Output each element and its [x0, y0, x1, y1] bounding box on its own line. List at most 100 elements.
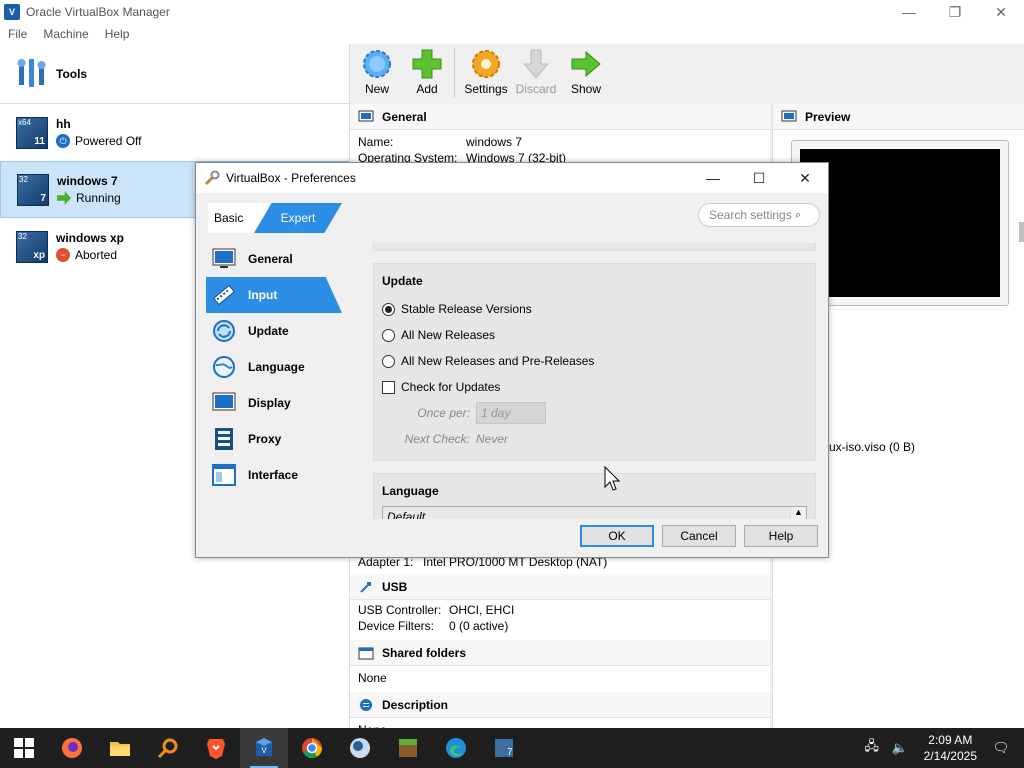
radio-button[interactable]	[382, 328, 395, 342]
language-list-item[interactable]: Default	[383, 507, 806, 519]
radio-button[interactable]	[382, 302, 395, 316]
previous-group-edge	[373, 243, 816, 251]
taskbar-brave[interactable]	[192, 728, 240, 768]
help-button[interactable]: Help	[744, 525, 818, 547]
globe-icon	[213, 356, 235, 378]
preview-section-header[interactable]: Preview	[773, 104, 1024, 130]
display-icon	[212, 392, 236, 411]
check-for-updates[interactable]: Check for Updates	[382, 374, 807, 400]
general-section-header[interactable]: General	[350, 104, 770, 130]
taskbar-minecraft[interactable]	[384, 728, 432, 768]
menu-machine[interactable]: Machine	[35, 27, 96, 41]
start-button[interactable]	[0, 728, 48, 768]
app-globe-icon	[350, 738, 370, 758]
radio-button[interactable]	[382, 354, 395, 368]
interface-window-icon	[212, 464, 236, 486]
shared-folders-section-header[interactable]: Shared folders	[350, 640, 770, 666]
taskbar-virtualbox[interactable]: V	[240, 728, 288, 768]
menu-file[interactable]: File	[0, 27, 35, 41]
radio-label: Stable Release Versions	[401, 302, 532, 316]
settings-gear-icon	[472, 50, 500, 78]
description-section-header[interactable]: Description	[350, 692, 770, 718]
taskbar-chrome[interactable]	[288, 728, 336, 768]
taskbar-edge[interactable]	[432, 728, 480, 768]
scrollbar[interactable]	[1019, 222, 1024, 242]
add-plus-icon	[412, 49, 442, 79]
next-check-value: Never	[476, 432, 509, 446]
dialog-buttons: OK Cancel Help	[572, 525, 818, 547]
os-windows7-icon: 32 7	[17, 173, 49, 206]
settings-button[interactable]: Settings	[463, 44, 509, 104]
preferences-content: Update Stable Release Versions All New R…	[373, 243, 820, 519]
taskbar-firefox[interactable]	[48, 728, 96, 768]
discard-arrow-icon	[522, 49, 550, 79]
os-tag: x64	[18, 117, 31, 127]
show-button[interactable]: Show	[563, 44, 609, 104]
dialog-maximize-button[interactable]: ☐	[736, 163, 782, 193]
preview-title: Preview	[805, 109, 851, 124]
nav-item-update[interactable]: Update	[206, 313, 356, 349]
storage-text-fragment: ux-iso.viso (0 B)	[829, 440, 916, 454]
dialog-close-button[interactable]: ✕	[782, 163, 828, 193]
notification-icon[interactable]: 🗨	[990, 737, 1012, 759]
volume-muted-icon[interactable]: 🔈	[889, 737, 911, 759]
radio-all-releases[interactable]: All New Releases	[382, 322, 807, 348]
nav-item-display[interactable]: Display	[206, 385, 356, 421]
magnifier-icon	[157, 738, 178, 759]
tools-item[interactable]: Tools	[0, 44, 349, 104]
clock-date: 2/14/2025	[923, 749, 977, 763]
language-group: Language Default ▲	[373, 473, 816, 519]
nav-label: Update	[248, 324, 289, 338]
nav-item-interface[interactable]: Interface	[206, 457, 356, 493]
nav-label: Display	[248, 396, 291, 410]
taskbar-file-explorer[interactable]	[96, 728, 144, 768]
vm-name: hh	[56, 117, 71, 131]
nav-item-proxy[interactable]: Proxy	[206, 421, 356, 457]
scroll-up-icon[interactable]: ▲	[790, 507, 806, 519]
add-label: Add	[416, 82, 438, 96]
menu-help[interactable]: Help	[97, 27, 138, 41]
next-check-label: Next Check:	[404, 432, 470, 446]
taskbar-app-globe[interactable]	[336, 728, 384, 768]
new-label: New	[364, 82, 389, 96]
vm-item-hh[interactable]: x64 11 hh ⏻ Powered Off	[0, 104, 349, 161]
language-list[interactable]: Default ▲	[382, 506, 807, 519]
minimize-button[interactable]: —	[886, 0, 932, 24]
network-icon[interactable]: 🖧	[861, 737, 883, 759]
discard-button[interactable]: Discard	[513, 44, 559, 104]
monitor-icon	[781, 110, 797, 121]
radio-label: All New Releases and Pre-Releases	[401, 354, 595, 368]
nav-item-general[interactable]: General	[206, 241, 356, 277]
dialog-minimize-button[interactable]: —	[690, 163, 736, 193]
taskbar-search-app[interactable]	[144, 728, 192, 768]
speech-bubble-icon	[360, 698, 372, 711]
search-settings-input[interactable]	[709, 208, 795, 222]
radio-pre-releases[interactable]: All New Releases and Pre-Releases	[382, 348, 807, 374]
cancel-button[interactable]: Cancel	[662, 525, 736, 547]
taskbar-vm-window[interactable]: 7	[480, 728, 528, 768]
checkbox-label: Check for Updates	[401, 380, 501, 394]
general-section-title: General	[382, 109, 427, 124]
usb-section-title: USB	[382, 579, 408, 594]
add-button[interactable]: Add	[404, 44, 450, 104]
clock[interactable]: 2:09 AM 2/14/2025	[924, 732, 977, 764]
usb-section-header[interactable]: USB	[350, 574, 770, 600]
firefox-icon	[62, 738, 82, 758]
menubar: File Machine Help	[0, 24, 1024, 44]
language-group-title: Language	[382, 484, 439, 498]
new-button[interactable]: New	[354, 44, 400, 104]
update-period-select[interactable]: 1 day	[476, 402, 546, 424]
window-controls: — ❐ ✕	[886, 0, 1024, 24]
close-button[interactable]: ✕	[978, 0, 1024, 24]
ok-button[interactable]: OK	[580, 525, 654, 547]
restore-button[interactable]: ❐	[932, 0, 978, 24]
device-filters-value: 0 (0 active)	[449, 619, 509, 633]
aborted-icon: −	[56, 248, 70, 262]
nav-item-language[interactable]: Language	[206, 349, 356, 385]
update-group: Update Stable Release Versions All New R…	[373, 263, 816, 461]
dialog-titlebar: VirtualBox - Preferences — ☐ ✕	[196, 163, 828, 193]
nav-item-input[interactable]: Input	[206, 277, 342, 313]
checkbox[interactable]	[382, 380, 395, 394]
radio-stable-releases[interactable]: Stable Release Versions	[382, 296, 807, 322]
vm-state: Powered Off	[75, 134, 142, 148]
